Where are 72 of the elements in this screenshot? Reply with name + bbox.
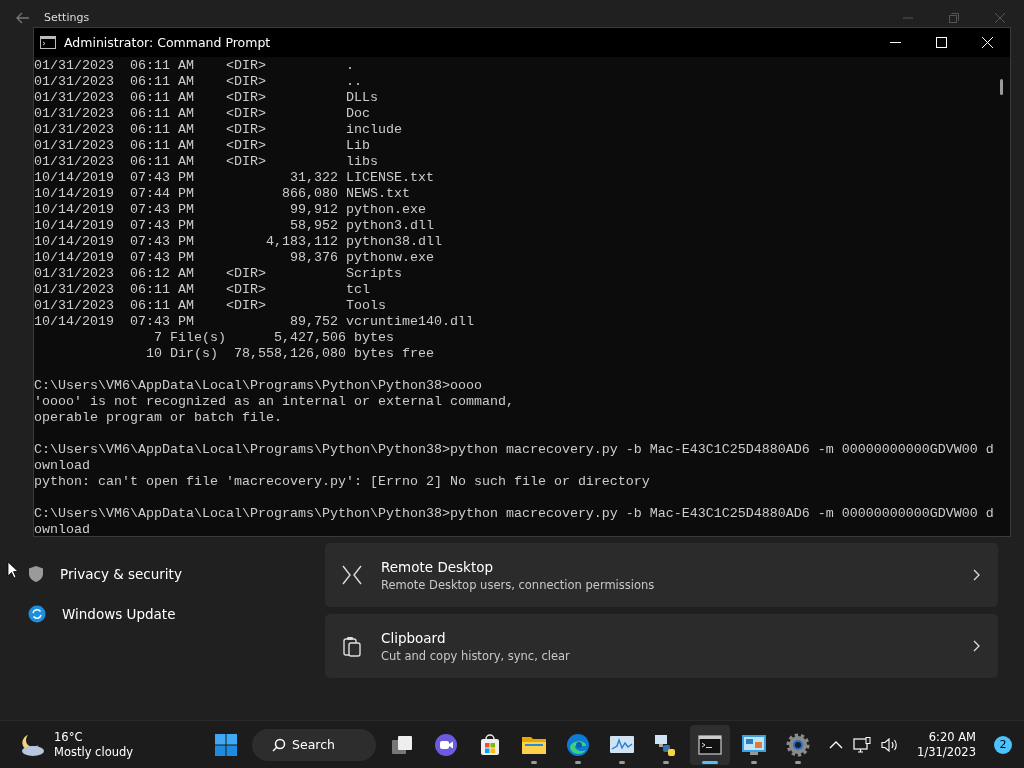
console-line: 01/31/2023 06:11 AM <DIR> libs (34, 154, 379, 170)
console-line: 01/31/2023 06:11 AM <DIR> Doc (34, 106, 371, 122)
console-line: 'oooo' is not recognized as an internal or external command, (34, 394, 515, 410)
card-description: Cut and copy history, sync, clear (381, 648, 571, 663)
network-icon[interactable] (853, 736, 872, 753)
weather-widget[interactable]: 16°C Mostly cloudy (0, 729, 204, 760)
chevron-up-icon[interactable] (829, 740, 844, 749)
close-icon (981, 37, 993, 48)
nav-label: Privacy & security (60, 566, 182, 582)
console-line: 10/14/2019 07:44 PM 866,080 NEWS.txt (34, 186, 411, 202)
console-line: C:\Users\VM6\AppData\Local\Programs\Python\Python38>python macrecovery.py -b Mac-E43C1C25D4880AD6 -m 00000000000GDVW00 d (34, 442, 994, 458)
nav-label: Windows Update (62, 606, 176, 622)
maximize-icon (935, 37, 947, 48)
console-icon (40, 36, 56, 49)
temperature: 16°C (54, 729, 84, 745)
terminal-icon (698, 734, 722, 755)
console-line: 10/14/2019 07:43 PM 98,376 pythonw.exe (34, 250, 435, 266)
volume-icon[interactable] (881, 736, 900, 753)
console-line: 10/14/2019 07:43 PM 31,322 LICENSE.txt (34, 170, 435, 186)
chevron-right-icon (973, 640, 980, 652)
console-line: 10/14/2019 07:43 PM 4,183,112 python38.dll (34, 234, 443, 250)
shield-icon (28, 565, 44, 583)
remote-screen-icon (741, 732, 767, 757)
card-description: Remote Desktop users, connection permissions (381, 577, 656, 592)
back-arrow-icon[interactable] (16, 12, 30, 24)
scrollbar-thumb[interactable] (1000, 79, 1003, 95)
nav-item[interactable]: Privacy & security (16, 554, 325, 594)
video-chat-icon (434, 732, 458, 757)
chart-window-icon (609, 733, 635, 756)
store-bag-icon (478, 732, 502, 757)
console-line: 01/31/2023 06:12 AM <DIR> Scripts (34, 266, 403, 282)
card-title: Remote Desktop (381, 558, 495, 575)
console-line: 01/31/2023 06:11 AM <DIR> include (34, 122, 403, 138)
console-line: C:\Users\VM6\AppData\Local\Programs\Python\Python38>python macrecovery.py -b Mac-E43C1C25D4880AD6 -m 00000000000GDVW00 d (34, 506, 994, 522)
taskbar-app[interactable] (690, 724, 730, 765)
chevron-right-icon (973, 569, 980, 581)
card-title: Clipboard (381, 629, 447, 646)
mouse-pointer-icon (7, 561, 19, 579)
settings-card[interactable]: Remote Desktop Remote Desktop users, connection permissions (325, 543, 998, 607)
console-line: 01/31/2023 06:11 AM <DIR> .. (34, 74, 363, 90)
console-line: ownload (34, 522, 91, 536)
console-line: ownload (34, 458, 91, 474)
console-line: 01/31/2023 06:11 AM <DIR> DLLs (34, 90, 379, 106)
clock-date: 1/31/2023 (917, 744, 976, 760)
settings-icon (786, 732, 810, 757)
search-icon (272, 737, 286, 752)
console-line: 7 File(s) 5,427,506 bytes (152, 330, 395, 346)
refresh-icon (28, 605, 46, 623)
console-line: operable program or batch file. (34, 410, 283, 426)
windows-logo-icon (214, 732, 238, 757)
console-line: 01/31/2023 06:11 AM <DIR> . (34, 58, 355, 74)
clock-time: 6:20 AM (928, 729, 976, 745)
search-button[interactable]: Search (252, 728, 376, 761)
console-line: 01/31/2023 06:11 AM <DIR> Lib (34, 138, 371, 154)
settings-card[interactable]: Clipboard Cut and copy history, sync, clear (325, 614, 998, 678)
nav-item[interactable]: Windows Update (16, 594, 325, 634)
console-line: 10/14/2019 07:43 PM 89,752 vcruntime140.dll (34, 314, 475, 330)
arrows-icon (341, 564, 363, 586)
window-title: Administrator: Command Prompt (64, 35, 271, 50)
weather-condition: Mostly cloudy (54, 744, 134, 760)
console-line: python: can't open file 'macrecovery.py': [Errno 2] No such file or directory (34, 474, 651, 490)
console-line: C:\Users\VM6\AppData\Local\Programs\Python\Python38>oooo (34, 378, 483, 394)
console-line: 01/31/2023 06:11 AM <DIR> Tools (34, 298, 387, 314)
clipboard-icon (341, 635, 363, 657)
notification-count[interactable]: 2 (994, 735, 1012, 754)
console-line: 01/31/2023 06:11 AM <DIR> tcl (34, 282, 371, 298)
clock[interactable]: 6:20 AM 1/31/2023 (917, 729, 976, 760)
console-line: 10/14/2019 07:43 PM 58,952 python3.dll (34, 218, 435, 234)
console-line: 10 Dir(s) 78,558,126,080 bytes free (144, 346, 435, 362)
browser-icon (566, 732, 590, 757)
window-title: Settings (44, 11, 90, 24)
console-line: 10/14/2019 07:43 PM 99,912 python.exe (34, 202, 427, 218)
